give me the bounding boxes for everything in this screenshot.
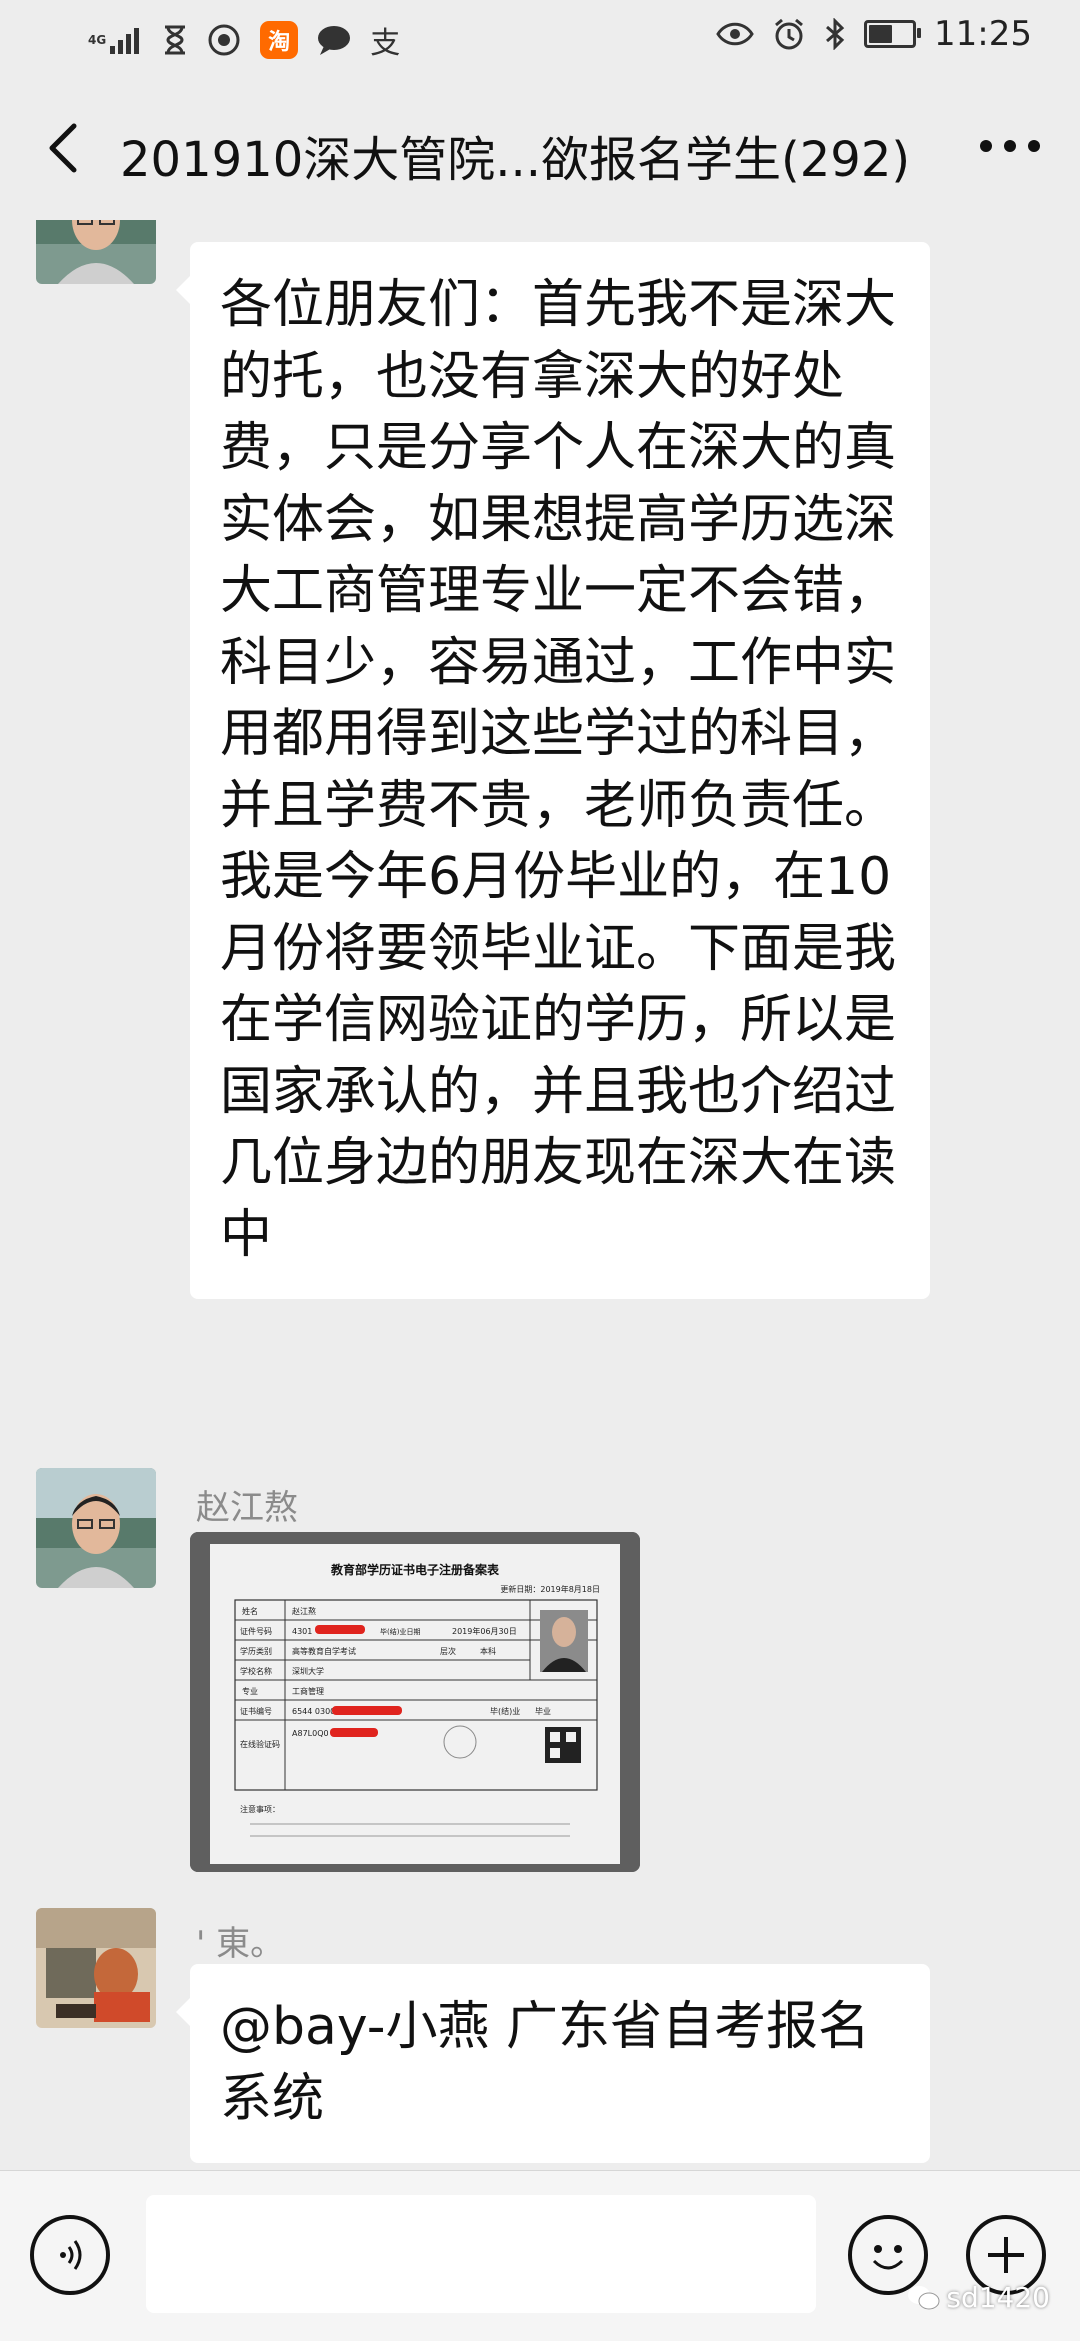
svg-text:毕(结)业日期: 毕(结)业日期: [380, 1627, 420, 1636]
chat-header: 201910深大管院...欲报名学生(292): [0, 80, 1080, 220]
alarm-icon: [772, 17, 806, 51]
sender-name: ' 東。: [196, 1924, 285, 1964]
svg-text:证书编号: 证书编号: [240, 1706, 272, 1716]
svg-text:赵江熬: 赵江熬: [292, 1606, 316, 1616]
avatar[interactable]: [36, 1908, 156, 2028]
svg-text:4301: 4301: [292, 1627, 312, 1636]
status-bar-right: 11:25: [716, 14, 1032, 54]
svg-text:工商管理: 工商管理: [292, 1686, 324, 1696]
svg-text:证件号码: 证件号码: [240, 1626, 272, 1636]
status-bar: 4G 淘 支 11:25: [0, 0, 1080, 80]
message-text: @bay-小燕 广东省自考报名系统: [220, 1997, 871, 2129]
message-bubble[interactable]: @bay-小燕 广东省自考报名系统: [176, 1964, 930, 2163]
doc-updated: 更新日期：2019年8月18日: [500, 1584, 600, 1594]
eye-icon: [716, 21, 754, 47]
message-bubble[interactable]: 各位朋友们：首先我不是深大的托，也没有拿深大的好处费，只是分享个人在深大的真实体…: [176, 242, 930, 1299]
svg-text:A87L0Q0: A87L0Q0: [292, 1729, 329, 1738]
alipay-icon: 支: [370, 26, 401, 61]
shield-icon: [206, 23, 242, 57]
svg-text:2019年06月30日: 2019年06月30日: [452, 1626, 517, 1636]
status-bar-left: 4G 淘 支: [88, 18, 400, 62]
battery-fill: [869, 25, 893, 43]
sender-name: 赵江熬: [196, 1488, 298, 1528]
avatar[interactable]: [36, 1468, 156, 1588]
svg-text:专业: 专业: [242, 1686, 258, 1696]
svg-text:高等教育自学考试: 高等教育自学考试: [292, 1646, 356, 1656]
certificate-photo: 教育部学历证书电子注册备案表 更新日期：2019年8月18日 姓名 赵江熬 证件…: [190, 1532, 640, 1872]
svg-text:6544 0300: 6544 0300: [292, 1707, 335, 1716]
svg-text:本科: 本科: [480, 1646, 496, 1656]
status-time: 11:25: [934, 14, 1032, 54]
battery-icon: [864, 20, 922, 48]
back-button[interactable]: [36, 118, 96, 178]
input-bar: sd1420: [0, 2170, 1080, 2341]
svg-text:深圳大学: 深圳大学: [292, 1666, 324, 1676]
signal-icon: 4G: [88, 26, 144, 54]
voice-button[interactable]: [30, 2215, 110, 2295]
svg-text:学历类别: 学历类别: [240, 1646, 272, 1656]
network-type: 4G: [88, 33, 107, 47]
hourglass-icon: [162, 25, 188, 55]
more-button[interactable]: [980, 140, 1040, 152]
chevron-left-icon: [49, 123, 77, 173]
message-input[interactable]: [146, 2195, 816, 2313]
message-text: 各位朋友们：首先我不是深大的托，也没有拿深大的好处费，只是分享个人在深大的真实体…: [220, 275, 897, 1265]
more-dots-icon: [980, 140, 992, 152]
voice-icon: [60, 2240, 82, 2270]
doc-title: 教育部学历证书电子注册备案表: [330, 1562, 500, 1577]
svg-text:毕(结)业: 毕(结)业: [490, 1706, 520, 1716]
svg-text:毕业: 毕业: [535, 1706, 551, 1716]
image-message[interactable]: 教育部学历证书电子注册备案表 更新日期：2019年8月18日 姓名 赵江熬 证件…: [190, 1532, 640, 1872]
chat-bubble-icon: [316, 24, 352, 56]
svg-text:学校名称: 学校名称: [240, 1666, 272, 1676]
taobao-icon: 淘: [260, 21, 299, 59]
svg-text:层次: 层次: [440, 1646, 456, 1656]
chat-message-list[interactable]: 各位朋友们：首先我不是深大的托，也没有拿深大的好处费，只是分享个人在深大的真实体…: [0, 220, 1080, 2170]
svg-text:在线验证码: 在线验证码: [240, 1739, 280, 1749]
wechat-icon: [908, 2285, 940, 2309]
svg-text:注意事项：: 注意事项：: [240, 1804, 280, 1814]
chat-title: 201910深大管院...欲报名学生(292): [120, 132, 911, 188]
watermark-text: sd1420: [946, 2281, 1050, 2314]
svg-text:姓名: 姓名: [242, 1606, 258, 1616]
bluetooth-icon: [824, 18, 846, 50]
avatar[interactable]: [36, 220, 156, 284]
watermark: sd1420: [906, 2281, 1050, 2314]
